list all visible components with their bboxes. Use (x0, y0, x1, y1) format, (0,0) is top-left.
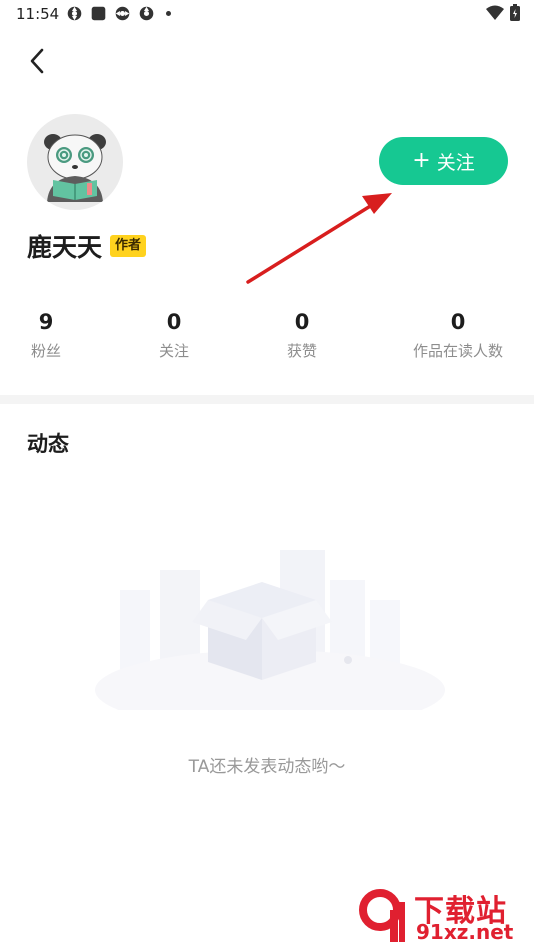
stat-label: 作品在读人数 (412, 342, 503, 360)
app-icon (139, 6, 154, 21)
author-badge: 作者 (110, 235, 147, 257)
user-name: 鹿天天 (27, 233, 103, 262)
follow-button[interactable]: + 关注 (379, 137, 508, 185)
watermark-domain: 91xz.net (416, 920, 514, 944)
stat-label: 粉丝 (30, 342, 61, 360)
stat-value: 9 (38, 310, 54, 334)
app-icon (115, 6, 130, 21)
name-row: 鹿天天 作者 (27, 228, 147, 264)
stat-readers[interactable]: 0 作品在读人数 (398, 308, 518, 361)
stat-value: 0 (166, 310, 182, 334)
stat-fans[interactable]: 9 粉丝 (16, 308, 76, 361)
app-icon (91, 6, 106, 21)
follow-button-label: 关注 (436, 151, 475, 174)
plus-icon: + (412, 148, 431, 173)
section-divider (0, 395, 534, 404)
avatar[interactable] (27, 114, 123, 210)
empty-box-illustration (95, 550, 445, 710)
wifi-icon (486, 5, 504, 20)
back-button[interactable] (24, 44, 56, 78)
notification-icons (66, 5, 171, 22)
status-time: 11:54 (16, 5, 60, 23)
app-icon (67, 6, 82, 21)
stat-label: 关注 (158, 342, 189, 360)
watermark-logo-icon (359, 889, 405, 942)
stat-following[interactable]: 0 关注 (144, 308, 204, 361)
stat-label: 获赞 (286, 342, 317, 360)
system-icons (486, 4, 520, 21)
more-notifications-dot (166, 11, 171, 16)
empty-state-text: TA还未发表动态哟～ (188, 757, 346, 777)
battery-icon (510, 4, 520, 21)
feed-title: 动态 (27, 432, 69, 456)
stat-value: 0 (450, 310, 466, 334)
watermark: 下载站 91xz.net (356, 886, 528, 946)
stats-row: 9 粉丝 0 关注 0 获赞 0 作品在读人数 (0, 308, 534, 368)
stat-likes[interactable]: 0 获赞 (272, 308, 332, 361)
back-arrow-icon (30, 48, 44, 74)
status-bar: 11:54 (0, 0, 534, 28)
stat-value: 0 (294, 310, 310, 334)
panda-avatar-icon (44, 134, 106, 202)
